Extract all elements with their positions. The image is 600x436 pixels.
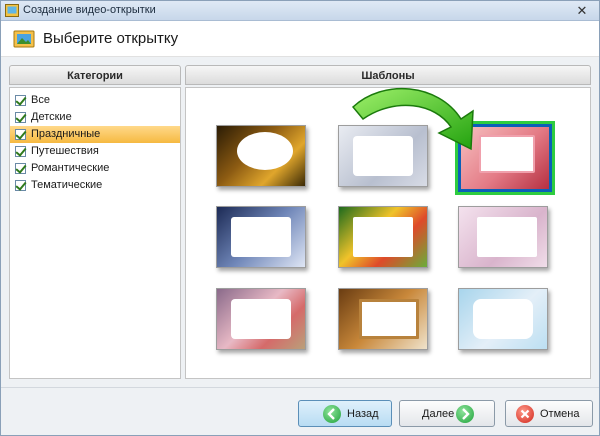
template-thumbnail-winter-ornaments[interactable] (338, 125, 428, 187)
arrow-right-icon (456, 405, 474, 423)
footer-bar: Назад Далее Отмена (1, 387, 599, 435)
category-item-holiday[interactable]: Праздничные (10, 126, 180, 143)
photo-frame-slot (477, 217, 537, 257)
page-title: Выберите открытку (43, 30, 179, 47)
template-thumbnail-snowman[interactable] (216, 206, 306, 268)
checkbox-icon[interactable] (15, 112, 26, 123)
category-item-thematic[interactable]: Тематические (10, 177, 180, 194)
checkbox-icon[interactable] (15, 163, 26, 174)
title-bar: Создание видео-открытки ✕ (1, 1, 599, 21)
dialog-window: Создание видео-открытки ✕ Выберите откры… (0, 0, 600, 436)
category-label: Все (31, 94, 50, 106)
cancel-label: Отмена (540, 408, 580, 420)
back-button[interactable]: Назад (298, 400, 392, 427)
content-area: Категории Все Детские Праздничные Путеше… (1, 57, 599, 387)
category-label: Путешествия (31, 145, 99, 157)
cancel-button[interactable]: Отмена (505, 400, 593, 427)
categories-list: Все Детские Праздничные Путешествия Рома… (9, 87, 181, 379)
back-label: Назад (347, 408, 379, 420)
page-header: Выберите открытку (1, 21, 599, 57)
template-thumbnail-blue-lace[interactable] (458, 288, 548, 350)
checkbox-icon[interactable] (15, 95, 26, 106)
photo-frame-slot (473, 299, 533, 339)
postcard-icon (13, 30, 35, 48)
close-icon[interactable]: ✕ (571, 3, 593, 19)
template-thumbnail-selected[interactable] (458, 124, 552, 192)
category-label: Праздничные (31, 128, 101, 140)
arrow-left-icon (323, 405, 341, 423)
category-label: Детские (31, 111, 72, 123)
category-label: Романтические (31, 162, 110, 174)
templates-grid (185, 87, 591, 379)
checkbox-icon[interactable] (15, 129, 26, 140)
templates-header: Шаблоны (185, 65, 591, 85)
checkbox-icon[interactable] (15, 180, 26, 191)
category-label: Тематические (31, 179, 103, 191)
photo-frame-slot (237, 132, 293, 170)
category-item-kids[interactable]: Детские (10, 109, 180, 126)
categories-panel: Категории Все Детские Праздничные Путеше… (9, 65, 181, 381)
categories-header: Категории (9, 65, 181, 85)
photo-frame-slot (231, 299, 291, 339)
photo-frame-slot (479, 135, 535, 173)
template-thumbnail-roses[interactable] (216, 288, 306, 350)
window-title: Создание видео-открытки (23, 4, 156, 16)
app-icon (5, 4, 19, 17)
photo-frame-slot (353, 217, 413, 257)
photo-frame-slot (359, 299, 419, 339)
category-item-travel[interactable]: Путешествия (10, 143, 180, 160)
next-label: Далее (422, 408, 455, 420)
templates-panel: Шаблоны (185, 65, 591, 381)
photo-frame-slot (231, 217, 291, 257)
photo-frame-slot (353, 136, 413, 176)
template-thumbnail-pink-flowers[interactable] (458, 206, 548, 268)
template-thumbnail-gold-frame[interactable] (338, 288, 428, 350)
template-thumbnail-christmas-gifts[interactable] (216, 125, 306, 187)
category-item-romantic[interactable]: Романтические (10, 160, 180, 177)
template-thumbnail-tulips[interactable] (338, 206, 428, 268)
close-icon (516, 405, 534, 423)
checkbox-icon[interactable] (15, 146, 26, 157)
next-button[interactable]: Далее (399, 400, 495, 427)
category-item-all[interactable]: Все (10, 92, 180, 109)
